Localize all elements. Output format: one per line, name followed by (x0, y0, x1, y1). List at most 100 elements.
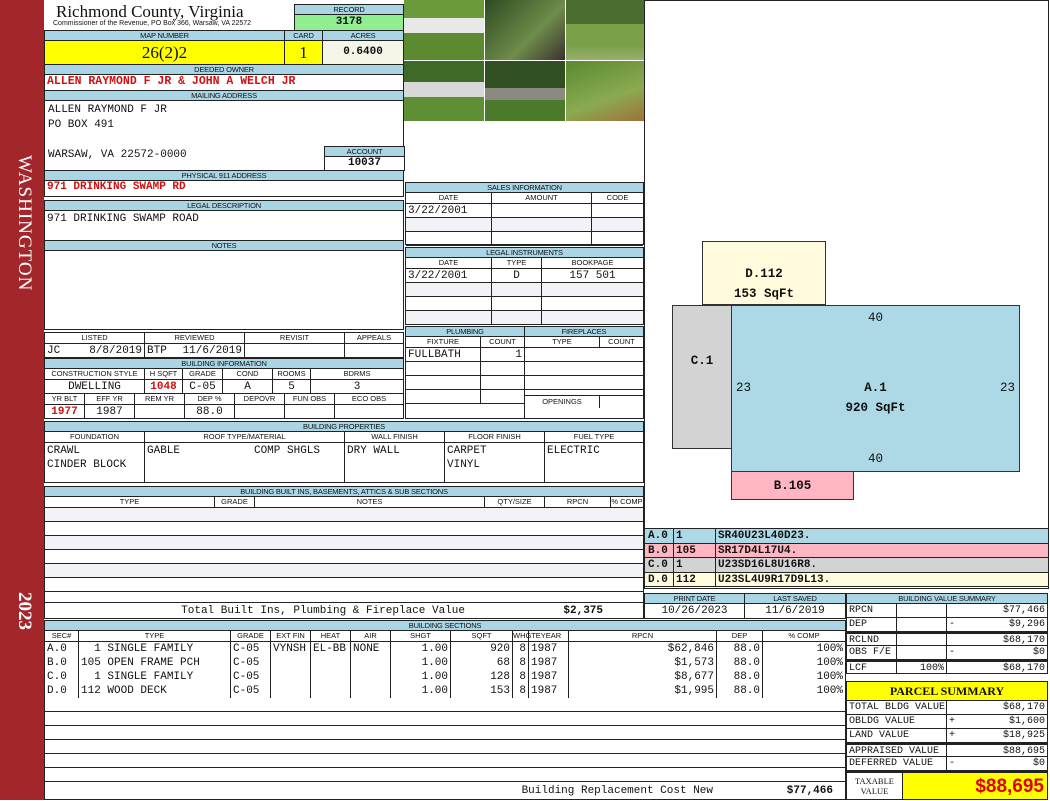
photo[interactable] (404, 0, 484, 60)
property-photos[interactable] (404, 0, 646, 121)
cell (406, 283, 492, 296)
table-row: DEP - $9,296 (847, 618, 1047, 632)
column-header: QTY/SIZE (485, 497, 545, 507)
section-cell: C-05 (231, 670, 271, 684)
building-sketch[interactable]: D.112 153 SqFt C.1 A.1 920 SqFt 40 40 23 2… (644, 0, 1049, 529)
reviewed-by: BTP (147, 345, 167, 357)
last-saved: 11/6/2019 (765, 605, 825, 617)
parcel-value: $0 (1032, 758, 1045, 769)
last-saved-label: LAST SAVED (745, 594, 845, 604)
cell (406, 232, 492, 245)
notes-label: NOTES (45, 241, 403, 251)
column-header: FLOOR FINISH (445, 432, 545, 442)
mailing-line1: ALLEN RAYMOND F JR (48, 104, 167, 116)
legend-section: A.0 (646, 529, 674, 543)
sketch-area-d[interactable]: D.112 153 SqFt (702, 241, 826, 305)
summary-label: DEP (847, 618, 897, 631)
column-header: % COMP (611, 497, 643, 506)
summary-value: $0 (1032, 647, 1045, 658)
section-cell: 100% (816, 671, 843, 683)
dim-right: 23 (999, 381, 1015, 395)
sketch-area-b[interactable]: B.105 (731, 471, 854, 500)
cell (492, 283, 542, 296)
district-label: WASHINGTON (14, 155, 35, 292)
table-row (406, 218, 643, 232)
table-row (406, 297, 643, 311)
openings-label: OPENINGS (525, 396, 600, 408)
photo[interactable] (404, 61, 484, 121)
parcel-sign: - (949, 758, 956, 769)
section-cell (311, 670, 351, 684)
sketch-area-c[interactable]: C.1 (672, 305, 732, 449)
parcel-label: LAND VALUE (847, 729, 947, 742)
cell (406, 390, 481, 403)
plumbing-label: PLUMBING (406, 327, 524, 337)
section-cell: 1987 (529, 670, 569, 684)
section-cell: $8,677 (569, 670, 717, 684)
page-title: Richmond County, Virginia (56, 2, 244, 21)
section-cell: 1987 (529, 684, 569, 698)
column-header: NOTES (255, 497, 485, 507)
column-header: DEP (717, 631, 763, 641)
section-cell: 1 SINGLE FAMILY (79, 642, 231, 656)
builtins-total-value: $2,375 (563, 605, 603, 617)
photo[interactable] (566, 61, 646, 121)
column-header: TYPE (45, 497, 215, 507)
photo[interactable] (485, 0, 565, 60)
section-cell: 88.0 (717, 670, 763, 684)
section-cell: 920 (451, 642, 513, 656)
section-cell: 1987 (529, 656, 569, 670)
taxable-label: TAXABLE VALUE (847, 773, 903, 799)
section-cell (311, 684, 351, 698)
cell (406, 218, 492, 231)
dates-box: PRINT DATE 10/26/2023 LAST SAVED 11/6/2019 (644, 593, 846, 619)
section-cell: 8 (513, 656, 529, 670)
physical-value: 971 DRINKING SWAMP RD (47, 181, 186, 193)
table-row: D.0 112 WOOD DECK C-05 1.00 153 8 1987 $1,995 88… (45, 684, 845, 698)
table-row: A.0 1 SR40U23L40D23. (645, 529, 1048, 544)
print-date: 10/26/2023 (661, 605, 728, 617)
column-header: COND (223, 369, 273, 379)
cell: 3/22/2001 (406, 204, 492, 217)
replacement-cost-value: $77,466 (786, 785, 833, 797)
column-header: GRADE (231, 631, 271, 641)
record-label: RECORD (295, 5, 403, 15)
summary-sign: - (949, 647, 956, 658)
column-header: WALL FINISH (345, 432, 445, 442)
parcel-value: $88,695 (1002, 746, 1045, 756)
fuel-type: ELECTRIC (547, 445, 600, 457)
building-info-value: C-05 (183, 380, 223, 393)
area-id: C.1 (690, 354, 714, 368)
fixture-header: FIXTURE (406, 337, 481, 347)
table-row: LAND VALUE + $18,925 (847, 729, 1047, 743)
photo[interactable] (566, 0, 646, 60)
print-date-label: PRINT DATE (645, 594, 744, 604)
table-row (45, 698, 845, 712)
section-cell (351, 656, 391, 670)
cell (406, 362, 481, 375)
section-cell (271, 684, 311, 698)
section-cell: C-05 (231, 684, 271, 698)
table-row (45, 522, 643, 536)
table-row: OBS F/E - $0 (847, 646, 1047, 660)
photo[interactable] (485, 61, 565, 121)
column-header: % COMP (788, 631, 820, 640)
parcel-label: DEFERRED VALUE (847, 757, 947, 770)
column-header: GRADE (183, 369, 223, 379)
cell (481, 376, 524, 389)
summary-value: $68,170 (1002, 663, 1045, 673)
cell (481, 390, 524, 403)
plumbing-section: PLUMBING FIXTURE COUNT FULLBATH 1 (405, 326, 525, 419)
cell (406, 297, 492, 310)
table-row: 3/22/2001 D 157 501 (406, 269, 643, 283)
account-label: ACCOUNT (325, 147, 404, 157)
cell: FULLBATH (406, 348, 481, 361)
building-info-value: 1977 (45, 405, 85, 419)
column-header: REM YR (135, 394, 185, 404)
column-header: H SQFT (145, 369, 183, 379)
sketch-area-a[interactable]: A.1 920 SqFt 40 40 23 23 (731, 305, 1020, 472)
section-cell: 128 (451, 670, 513, 684)
building-info-value: 1987 (85, 405, 135, 419)
section-cell: 1.00 (391, 684, 451, 698)
table-row (45, 536, 643, 550)
